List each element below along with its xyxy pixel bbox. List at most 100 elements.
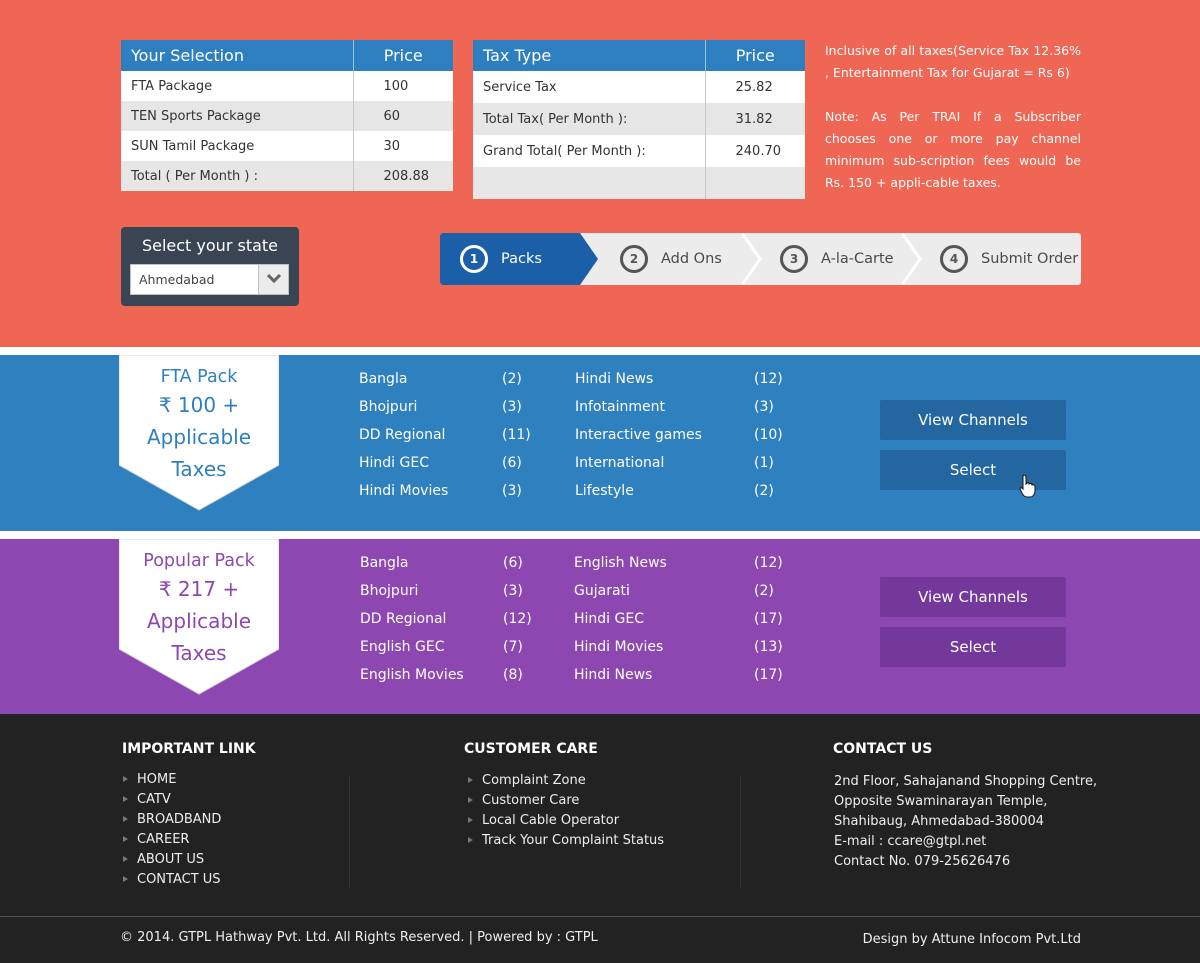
contact-phone: Contact No. 079-25626476 — [834, 854, 1011, 869]
contact-email[interactable]: E-mail : ccare@gtpl.net — [834, 832, 1097, 852]
pack-name: FTA Pack — [160, 367, 238, 387]
design-credit[interactable]: Design by Attune Infocom Pvt.Ltd — [863, 932, 1081, 947]
tax-price-header: Price — [704, 40, 805, 71]
copyright: © 2014. GTPL Hathway Pvt. Ltd. All Right… — [120, 930, 598, 945]
footer-link-catv[interactable]: CATV — [121, 790, 221, 810]
genre-count: (17) — [754, 611, 783, 627]
genre-name: Bhojpuri — [359, 399, 418, 415]
footer-link-broadband[interactable]: BROADBAND — [121, 810, 221, 830]
tax-item: Total Tax( Per Month ): — [473, 103, 705, 135]
genre-name: Hindi Movies — [359, 483, 449, 499]
genre-count: (11) — [502, 427, 531, 443]
step-a-la-carte[interactable]: 3 A-la-Carte — [780, 233, 910, 285]
tax-price: 240.70 — [704, 135, 805, 167]
genre-name: Hindi GEC — [574, 611, 644, 627]
genre-count: (3) — [503, 583, 523, 599]
genre-count: (6) — [503, 555, 523, 571]
address-line: Opposite Swaminarayan Temple, — [834, 794, 1048, 809]
step-number: 3 — [780, 245, 808, 273]
footer-link-complaint-zone[interactable]: Complaint Zone — [466, 771, 664, 791]
footer-link-track-complaint[interactable]: Track Your Complaint Status — [466, 831, 664, 851]
selection-item: FTA Package — [121, 71, 353, 101]
pack-price: ₹ 100 + — [158, 393, 240, 417]
genre-name: English Movies — [360, 667, 464, 683]
selection-price: 100 — [352, 71, 453, 101]
footer-link-career[interactable]: CAREER — [121, 830, 221, 850]
selection-price: 30 — [352, 131, 453, 161]
step-separator-icon — [740, 233, 762, 285]
tax-note: Inclusive of all taxes(Service Tax 12.36… — [825, 40, 1081, 194]
genre-count: (2) — [754, 483, 774, 499]
step-chevron-icon — [580, 233, 598, 285]
genre-count: (2) — [502, 371, 522, 387]
step-add-ons[interactable]: 2 Add Ons — [620, 233, 750, 285]
hand-cursor-icon — [1019, 474, 1036, 498]
select-button[interactable]: Select — [880, 450, 1066, 490]
genre-count: (7) — [503, 639, 523, 655]
genre-count: (6) — [502, 455, 522, 471]
channel-count-list: (12) (3) (10) (1) (2) — [754, 371, 783, 511]
genre-name: Hindi News — [574, 667, 653, 683]
step-packs[interactable]: 1 Packs — [440, 233, 580, 285]
genre-name: Hindi News — [575, 371, 654, 387]
step-label: Add Ons — [661, 251, 722, 267]
genre-name: Hindi GEC — [359, 455, 429, 471]
tax-price — [704, 167, 805, 199]
contact-address: 2nd Floor, Sahajanand Shopping Centre, O… — [834, 772, 1097, 872]
order-steps: 1 Packs 2 Add Ons 3 A-la-Carte 4 Submit … — [440, 233, 1081, 285]
genre-count: (3) — [754, 399, 774, 415]
important-link-heading: IMPORTANT LINK — [122, 741, 256, 757]
customer-care-heading: CUSTOMER CARE — [464, 741, 598, 757]
state-dropdown[interactable]: Ahmedabad — [130, 264, 289, 295]
genre-count: (2) — [754, 583, 774, 599]
select-button[interactable]: Select — [880, 627, 1066, 667]
channel-genre-list: Bangla Bhojpuri DD Regional Hindi GEC Hi… — [359, 371, 448, 511]
column-divider — [349, 776, 350, 888]
genre-count: (12) — [754, 555, 783, 571]
genre-name: Gujarati — [574, 583, 630, 599]
genre-name: International — [575, 455, 665, 471]
contact-us-heading: CONTACT US — [833, 741, 933, 757]
footer-divider — [0, 916, 1200, 917]
view-channels-button[interactable]: View Channels — [880, 577, 1066, 617]
popular-pack-section: Popular Pack ₹ 217 + Applicable Taxes Ba… — [0, 539, 1200, 714]
genre-name: Bangla — [360, 555, 409, 571]
pack-price-taxes: Taxes — [171, 457, 227, 481]
step-submit-order[interactable]: 4 Submit Order — [940, 233, 1081, 285]
state-title: Select your state — [141, 236, 279, 255]
genre-count: (8) — [503, 667, 523, 683]
selection-item: SUN Tamil Package — [121, 131, 353, 161]
footer-link-home[interactable]: HOME — [121, 770, 221, 790]
address-line: Shahibaug, Ahmedabad-380004 — [834, 814, 1045, 829]
price-header: Price — [352, 40, 453, 71]
tax-note-inclusive: Inclusive of all taxes(Service Tax 12.36… — [825, 43, 1081, 80]
footer-link-contact-us[interactable]: CONTACT US — [121, 870, 221, 890]
footer-link-about-us[interactable]: ABOUT US — [121, 850, 221, 870]
genre-count: (10) — [754, 427, 783, 443]
channel-count-list: (6) (3) (12) (7) (8) — [503, 555, 532, 695]
genre-name: Interactive games — [575, 427, 702, 443]
step-number: 4 — [940, 245, 968, 273]
genre-count: (17) — [754, 667, 783, 683]
tax-item — [473, 167, 705, 199]
genre-count: (3) — [502, 483, 522, 499]
footer-link-customer-care[interactable]: Customer Care — [466, 791, 664, 811]
genre-count: (13) — [754, 639, 783, 655]
tax-item: Service Tax — [473, 71, 705, 103]
column-divider — [740, 776, 741, 888]
genre-name: DD Regional — [360, 611, 447, 627]
genre-count: (3) — [502, 399, 522, 415]
tax-type-header: Tax Type — [473, 40, 705, 71]
view-channels-button[interactable]: View Channels — [880, 400, 1066, 440]
footer-link-local-cable-operator[interactable]: Local Cable Operator — [466, 811, 664, 831]
step-number: 2 — [620, 245, 648, 273]
channel-genre-list: English News Gujarati Hindi GEC Hindi Mo… — [574, 555, 667, 695]
genre-name: DD Regional — [359, 427, 446, 443]
genre-count: (12) — [754, 371, 783, 387]
selection-total: 208.88 — [352, 161, 453, 191]
pack-price: ₹ 217 + — [158, 577, 240, 601]
divider — [0, 531, 1200, 539]
dropdown-arrow[interactable] — [258, 265, 288, 294]
step-label: Submit Order — [981, 251, 1079, 267]
selection-table: Your Selection Price FTA Package 100 TEN … — [121, 40, 453, 191]
